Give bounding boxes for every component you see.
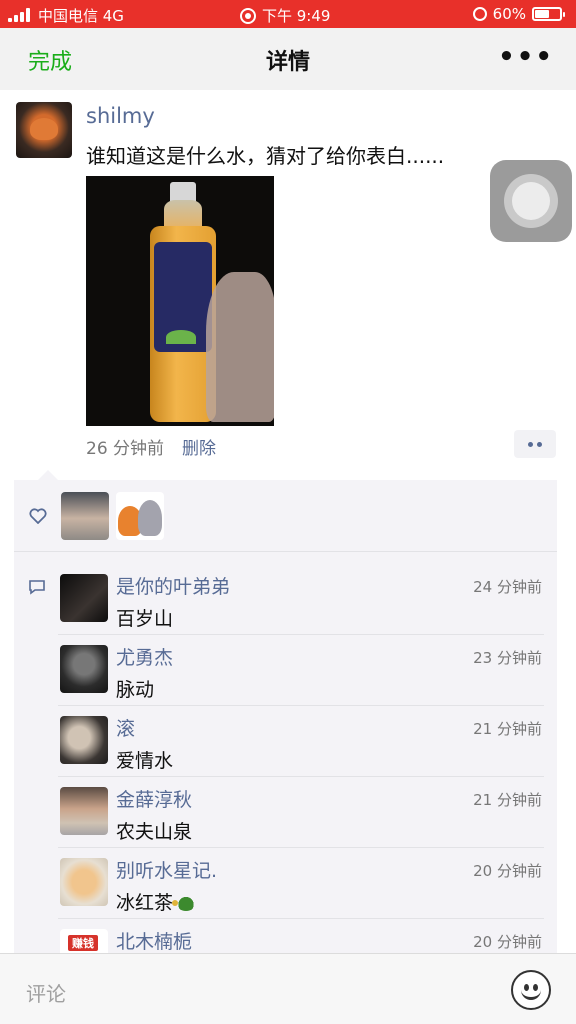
commenter-name[interactable]: 尤勇杰 [116, 643, 173, 670]
comment-item[interactable]: 滚 21 分钟前 爱情水 [58, 706, 544, 777]
comment-input[interactable]: 评论 [26, 978, 66, 1007]
avatar-badge: 赚钱 [68, 935, 98, 951]
clock: 下午 9:49 [262, 7, 331, 25]
carrier-label: 中国电信 4G [38, 7, 124, 25]
comment-time: 24 分钟前 [473, 578, 542, 596]
comment-item[interactable]: 金薛淳秋 21 分钟前 农夫山泉 [58, 777, 544, 848]
comment-time: 20 分钟前 [473, 862, 542, 880]
comment-time: 21 分钟前 [473, 720, 542, 738]
commenter-avatar[interactable] [60, 858, 108, 906]
comment-item[interactable]: 别听水星记. 20 分钟前 冰红茶 [58, 848, 544, 919]
page-title: 详情 [265, 50, 310, 75]
comment-text-wrap: 冰红茶 [116, 888, 197, 915]
dot-icon [528, 441, 533, 447]
comment-bar: 评论 [0, 953, 576, 1024]
poster-avatar[interactable] [16, 102, 72, 158]
navigation-bar: 完成 详情 ••• [0, 28, 576, 90]
hand-image [206, 272, 274, 422]
assistive-touch-button[interactable] [490, 160, 572, 242]
heart-icon [29, 508, 47, 524]
moments-detail-page: 中国电信 4G 下午 9:49 60% 完成 详情 ••• shilmy 谁知道… [0, 0, 576, 1024]
comment-item[interactable]: 是你的叶弟弟 24 分钟前 百岁山 [58, 564, 544, 635]
liker-avatar[interactable] [61, 492, 109, 540]
commenter-avatar[interactable] [60, 645, 108, 693]
comment-time: 20 分钟前 [473, 933, 542, 951]
comment-text: 爱情水 [116, 750, 174, 772]
battery-percent: 60% [492, 5, 526, 23]
post-time: 26 分钟前 [86, 439, 165, 459]
commenter-avatar[interactable] [60, 787, 108, 835]
comment-item[interactable]: 尤勇杰 23 分钟前 脉动 [58, 635, 544, 706]
comment-time: 21 分钟前 [473, 791, 542, 809]
battery-icon [532, 7, 565, 21]
post-text: 谁知道这是什么水，猜对了给你表白...... [86, 144, 445, 168]
poster-username[interactable]: shilmy [86, 104, 155, 128]
comment-text: 脉动 [116, 679, 155, 701]
comment-text: 农夫山泉 [116, 821, 193, 843]
post-actions-button[interactable] [514, 430, 556, 458]
battery-level-fill [535, 10, 549, 18]
dot-icon [537, 441, 542, 447]
emoji-button[interactable] [511, 970, 551, 1010]
panel-caret [38, 470, 58, 480]
commenter-name[interactable]: 金薛淳秋 [116, 785, 192, 812]
status-bar: 中国电信 4G 下午 9:49 60% [0, 0, 576, 28]
commenter-avatar[interactable] [60, 716, 108, 764]
commenter-avatar[interactable] [60, 574, 108, 622]
screen-record-icon [240, 7, 256, 24]
comment-time: 23 分钟前 [473, 649, 542, 667]
status-center: 下午 9:49 [240, 5, 330, 26]
commenter-name[interactable]: 是你的叶弟弟 [116, 572, 230, 599]
commenter-name[interactable]: 滚 [116, 714, 135, 741]
post-photo[interactable] [86, 176, 274, 426]
commenter-name[interactable]: 北木楠栀 [116, 927, 192, 954]
likes-row [14, 480, 557, 552]
status-right: 60% [472, 5, 565, 23]
liker-avatar[interactable] [116, 492, 164, 540]
commenter-name[interactable]: 别听水星记. [116, 856, 217, 883]
comment-text: 冰红茶 [116, 892, 174, 914]
turtle-emoji-icon [172, 895, 197, 911]
interaction-panel: 是你的叶弟弟 24 分钟前 百岁山 尤勇杰 23 分钟前 脉动 滚 21 分钟前… [14, 470, 557, 977]
comment-icon [29, 580, 45, 595]
delete-link[interactable]: 删除 [182, 434, 216, 459]
comment-text: 百岁山 [116, 608, 174, 630]
orientation-lock-icon [472, 7, 487, 21]
signal-icon [8, 8, 32, 22]
more-options-button[interactable]: ••• [498, 42, 554, 72]
